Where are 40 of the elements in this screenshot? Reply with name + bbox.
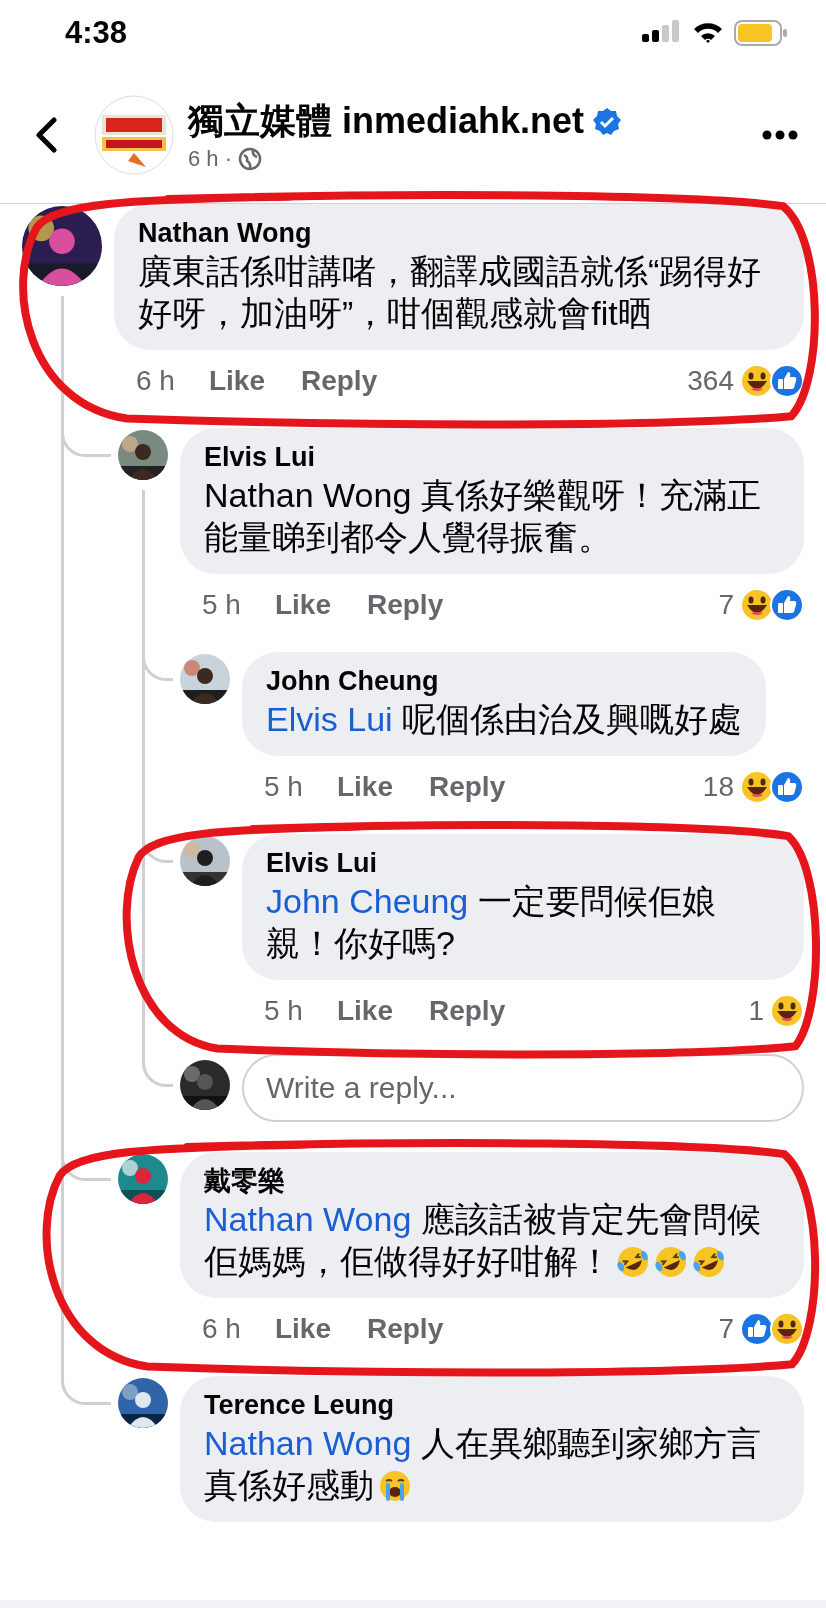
like-link[interactable]: Like bbox=[336, 995, 393, 1027]
like-link[interactable]: Like bbox=[274, 1313, 331, 1345]
comment-time: 5 h bbox=[264, 995, 303, 1027]
like-link[interactable]: Like bbox=[336, 771, 393, 803]
commenter-name[interactable]: Elvis Lui bbox=[204, 440, 780, 474]
commenter-name[interactable]: Terence Leung bbox=[204, 1388, 780, 1422]
reply-link[interactable]: Reply bbox=[366, 589, 444, 621]
comment-text: 廣東話係咁講啫，翻譯成國語就係“踢得好好呀，加油呀”，咁個觀感就會fit晒 bbox=[138, 251, 763, 334]
page-title[interactable]: 獨立媒體 inmediahk.net bbox=[188, 97, 585, 146]
mention-link[interactable]: Nathan Wong bbox=[204, 1200, 412, 1238]
post-time: 6 h · bbox=[188, 146, 233, 172]
mention-link[interactable]: John Cheung bbox=[266, 882, 469, 920]
comment-text: John Cheung 一定要問候佢娘親！你好嗎? bbox=[266, 881, 717, 964]
commenter-name[interactable]: John Cheung bbox=[266, 664, 743, 698]
reply-link[interactable]: Reply bbox=[428, 995, 506, 1027]
reply-link[interactable]: Reply bbox=[428, 771, 506, 803]
status-time: 4:38 bbox=[65, 15, 128, 51]
reply-input-field[interactable]: Write a reply... bbox=[242, 1054, 804, 1122]
reply-link[interactable]: Reply bbox=[300, 365, 378, 397]
reaction-count[interactable]: 1 bbox=[748, 995, 764, 1027]
reply-link[interactable]: Reply bbox=[366, 1313, 444, 1345]
like-link[interactable]: Like bbox=[274, 589, 331, 621]
reaction-count[interactable]: 7 bbox=[718, 1313, 734, 1345]
comment-time: 5 h bbox=[264, 771, 303, 803]
reaction-count[interactable]: 364 bbox=[687, 365, 734, 397]
commenter-name[interactable]: 戴零樂 bbox=[204, 1164, 780, 1198]
commenter-name[interactable]: Nathan Wong bbox=[138, 216, 780, 250]
comment-time: 6 h bbox=[136, 365, 175, 397]
reaction-count[interactable]: 7 bbox=[718, 589, 734, 621]
reaction-count[interactable]: 18 bbox=[702, 771, 734, 803]
like-link[interactable]: Like bbox=[208, 365, 265, 397]
comment-text: Elvis Lui 呢個係由治及興嘅好處 bbox=[266, 699, 743, 740]
comment-text: Nathan Wong 應該話被肯定先會問候佢媽媽，佢做得好好咁解！ bbox=[204, 1199, 762, 1282]
commenter-name[interactable]: Elvis Lui bbox=[266, 846, 780, 880]
comment-time: 5 h bbox=[202, 589, 241, 621]
comment-text: Nathan Wong 人在異鄉聽到家鄉方言真係好感動 bbox=[204, 1423, 762, 1506]
mention-link[interactable]: Elvis Lui bbox=[266, 700, 393, 738]
comment-time: 6 h bbox=[202, 1313, 241, 1345]
comment-text: Nathan Wong 真係好樂觀呀！充滿正能量睇到都令人覺得振奮。 bbox=[204, 475, 762, 558]
mention-link[interactable]: Nathan Wong bbox=[204, 1424, 412, 1462]
